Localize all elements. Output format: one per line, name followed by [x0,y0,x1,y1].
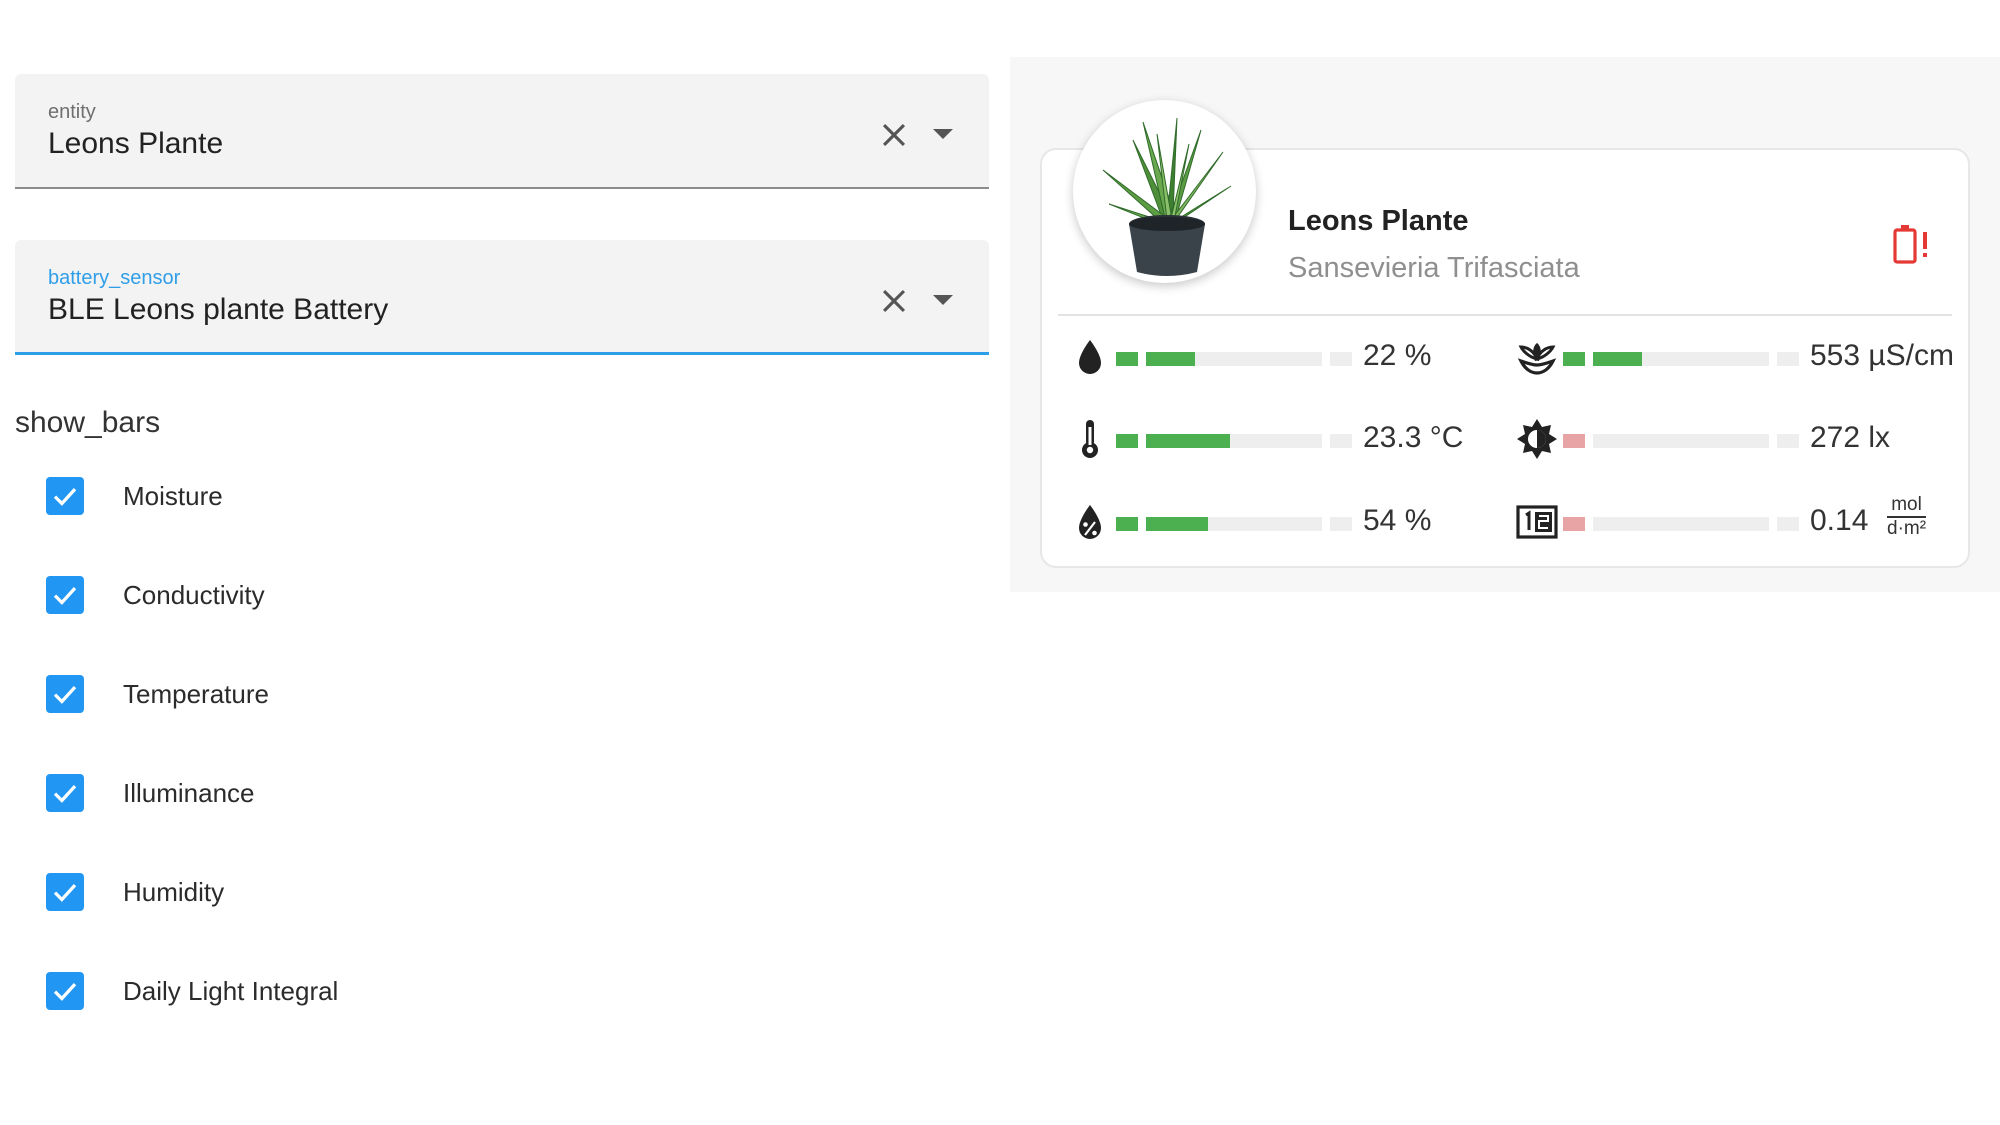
checkbox-label[interactable]: Humidity [123,877,224,908]
entity-field[interactable]: entity Leons Plante [15,74,989,189]
checkbox-moisture[interactable] [46,477,84,515]
bar-track [1593,352,1769,366]
checkbox-illuminance[interactable] [46,774,84,812]
counter-icon[interactable] [1515,498,1559,546]
clear-icon[interactable] [877,284,911,318]
checkbox-label[interactable]: Conductivity [123,580,265,611]
metric-value: 22 % [1363,339,1432,372]
metric-humidity[interactable]: 54 % [1068,498,1488,548]
checkmark-icon [53,488,77,506]
show-bars-label: show_bars [15,406,161,439]
thermometer-icon[interactable] [1068,415,1112,463]
plant-image-icon [1102,117,1232,276]
brightness-icon[interactable] [1515,415,1559,463]
bar-track [1593,517,1769,531]
bar-track [1146,352,1322,366]
battery-sensor-field[interactable]: battery_sensor BLE Leons plante Battery [15,240,989,355]
bar-fill [1146,517,1208,531]
chevron-down-icon[interactable] [929,290,957,310]
bar-fill [1146,352,1196,366]
water-drop-icon[interactable] [1068,333,1112,381]
bar-fill [1146,434,1231,448]
metric-temperature[interactable]: 23.3 °C [1068,415,1488,465]
checkbox-dli[interactable] [46,972,84,1010]
checkbox-humidity[interactable] [46,873,84,911]
bar-max-segment [1777,352,1799,366]
checkbox-temperature[interactable] [46,675,84,713]
chevron-down-icon[interactable] [929,124,957,144]
sprout-icon[interactable] [1515,333,1559,381]
bar-max-segment [1777,434,1799,448]
bar-min-segment [1116,352,1138,366]
plant-name: Leons Plante [1288,205,1469,237]
entity-field-value[interactable]: Leons Plante [48,127,223,161]
checkmark-icon [53,785,77,803]
water-percent-icon[interactable] [1068,498,1112,546]
metric-conductivity[interactable]: 553 µS/cm [1515,333,1975,383]
checkbox-label[interactable]: Moisture [123,481,223,512]
metric-value: 23.3 °C [1363,421,1464,454]
checkmark-icon [53,884,77,902]
unit-numerator: mol [1887,494,1927,518]
bar-min-segment [1116,434,1138,448]
card-divider [1058,314,1952,316]
bar-fill [1593,352,1643,366]
bar-min-segment [1116,517,1138,531]
metric-moisture[interactable]: 22 % [1068,333,1488,383]
bar-track [1146,517,1322,531]
bar-max-segment [1330,352,1352,366]
bar-max-segment [1777,517,1799,531]
bar-track [1593,434,1769,448]
bar-track [1146,434,1322,448]
battery-sensor-field-label: battery_sensor [48,267,181,289]
bar-min-segment [1563,352,1585,366]
metric-value: 272 lx [1810,421,1891,454]
bar-max-segment [1330,434,1352,448]
plant-species: Sansevieria Trifasciata [1288,252,1580,284]
plant-avatar[interactable] [1073,100,1256,283]
bar-min-segment [1563,517,1585,531]
battery-sensor-field-value[interactable]: BLE Leons plante Battery [48,293,388,327]
entity-field-label: entity [48,101,96,123]
checkmark-icon [53,587,77,605]
checkbox-conductivity[interactable] [46,576,84,614]
battery-alert-icon[interactable] [1892,222,1932,266]
unit-denominator: d·m² [1887,518,1927,539]
checkmark-icon [53,983,77,1001]
metric-unit-fraction: mol d·m² [1887,494,1927,540]
checkbox-label[interactable]: Illuminance [123,778,255,809]
bar-min-segment [1563,434,1585,448]
checkbox-label[interactable]: Daily Light Integral [123,976,338,1007]
metric-value: 0.14 [1810,504,1869,537]
metric-value: 553 µS/cm [1810,339,1955,372]
metric-illuminance[interactable]: 272 lx [1515,415,1975,465]
metric-dli[interactable]: 0.14 mol d·m² [1515,494,1975,548]
metric-value: 54 % [1363,504,1432,537]
checkmark-icon [53,686,77,704]
clear-icon[interactable] [877,118,911,152]
bar-max-segment [1330,517,1352,531]
checkbox-label[interactable]: Temperature [123,679,269,710]
